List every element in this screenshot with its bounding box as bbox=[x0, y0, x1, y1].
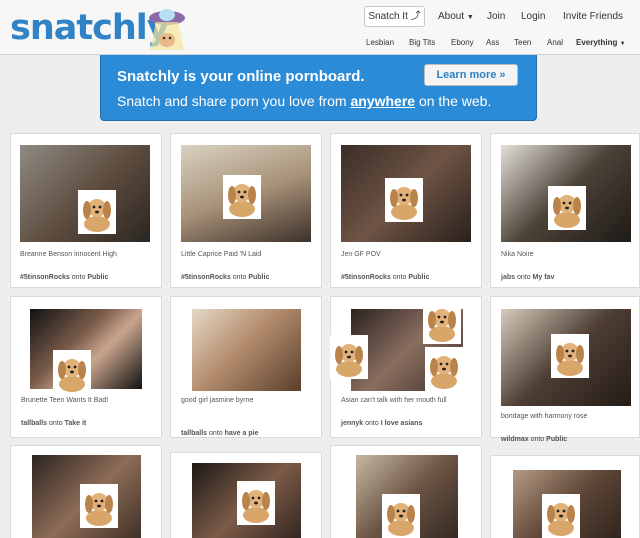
pin-user-link[interactable]: tallballs bbox=[21, 420, 47, 427]
join-link[interactable]: Join bbox=[487, 11, 505, 22]
pin-attribution: jennyk onto I love asians bbox=[341, 420, 423, 427]
pin-user-link[interactable]: jabs bbox=[501, 274, 515, 281]
pin-user-link[interactable]: #5tinsonRocks bbox=[20, 274, 70, 281]
pin-user-link[interactable]: tallballs bbox=[181, 430, 207, 437]
pin-attribution: #5tinsonRocks onto Public bbox=[341, 274, 430, 281]
puppy-overlay-icon bbox=[53, 350, 91, 394]
about-menu[interactable]: About ▼ bbox=[438, 11, 474, 22]
pin-card[interactable]: good girl jasmine byrne tallballs onto h… bbox=[170, 296, 322, 438]
puppy-overlay-icon bbox=[78, 190, 116, 234]
header: snatchly Snatch It ⤴ About ▼ Join Login … bbox=[0, 0, 640, 55]
pin-caption[interactable]: Jen GF POV bbox=[341, 251, 381, 258]
pin-board-link[interactable]: I love asians bbox=[381, 420, 423, 427]
anywhere-link[interactable]: anywhere bbox=[350, 93, 415, 109]
category-lesbian[interactable]: Lesbian bbox=[366, 38, 394, 47]
pin-attribution: tallballs onto have a pie bbox=[181, 430, 259, 437]
puppy-overlay-icon bbox=[237, 481, 275, 525]
ufo-mascot-icon bbox=[149, 9, 185, 50]
pin-user-link[interactable]: #5tinsonRocks bbox=[341, 274, 391, 281]
puppy-overlay-icon bbox=[80, 484, 118, 528]
category-ebony[interactable]: Ebony bbox=[451, 38, 474, 47]
pin-board-link[interactable]: Public bbox=[546, 436, 567, 443]
category-teen[interactable]: Teen bbox=[514, 38, 531, 47]
puppy-overlay-icon bbox=[382, 494, 420, 538]
puppy-overlay-icon bbox=[330, 335, 368, 379]
logo[interactable]: snatchly bbox=[10, 8, 170, 48]
pin-caption[interactable]: bondage with harmony rose bbox=[501, 413, 587, 420]
chevron-down-icon: ▼ bbox=[466, 14, 474, 21]
pin-attribution: #5tinsonRocks onto Public bbox=[20, 274, 109, 281]
pin-board-link[interactable]: Public bbox=[248, 274, 269, 281]
chevron-down-icon: ▼ bbox=[619, 41, 626, 47]
category-anal[interactable]: Anal bbox=[547, 38, 563, 47]
puppy-overlay-icon bbox=[425, 347, 463, 391]
pin-user-link[interactable]: #5tinsonRocks bbox=[181, 274, 231, 281]
banner-headline: Snatchly is your online pornboard. bbox=[117, 68, 365, 85]
learn-more-button[interactable]: Learn more » bbox=[424, 64, 518, 86]
pin-caption[interactable]: Little Caprice Paid 'N Laid bbox=[181, 251, 261, 258]
snatch-it-button[interactable]: Snatch It ⤴ bbox=[364, 6, 425, 27]
invite-friends-link[interactable]: Invite Friends bbox=[563, 11, 623, 22]
puppy-overlay-icon bbox=[423, 300, 461, 344]
banner-subtext: Snatch and share porn you love from anyw… bbox=[117, 93, 492, 109]
pin-caption[interactable]: Asian can't talk with her mouth full bbox=[341, 397, 447, 404]
pin-caption[interactable]: Breanne Benson innocent High bbox=[20, 251, 117, 258]
pin-board-link[interactable]: have a pie bbox=[225, 430, 259, 437]
pin-board-link[interactable]: Public bbox=[408, 274, 429, 281]
pin-caption[interactable]: good girl jasmine byrne bbox=[181, 397, 253, 404]
category-big-tits[interactable]: Big Tits bbox=[409, 38, 435, 47]
category-ass[interactable]: Ass bbox=[486, 38, 499, 47]
pin-attribution: jabs onto My fav bbox=[501, 274, 555, 281]
puppy-overlay-icon bbox=[542, 494, 580, 538]
pin-attribution: tallballs onto Take it bbox=[21, 420, 87, 427]
puppy-overlay-icon bbox=[548, 186, 586, 230]
login-link[interactable]: Login bbox=[521, 11, 545, 22]
pin-attribution: wildmax onto Public bbox=[501, 436, 568, 443]
promo-banner: Snatchly is your online pornboard. Snatc… bbox=[100, 55, 537, 121]
pin-caption[interactable]: Brunette Teen Wants It Bad! bbox=[21, 397, 108, 404]
puppy-overlay-icon bbox=[385, 178, 423, 222]
pin-caption[interactable]: Nika Noire bbox=[501, 251, 534, 258]
pin-thumbnail[interactable] bbox=[192, 309, 301, 391]
puppy-overlay-icon bbox=[551, 334, 589, 378]
pin-user-link[interactable]: wildmax bbox=[501, 436, 529, 443]
pin-attribution: #5tinsonRocks onto Public bbox=[181, 274, 270, 281]
pin-board-link[interactable]: Public bbox=[87, 274, 108, 281]
pin-user-link[interactable]: jennyk bbox=[341, 420, 363, 427]
pin-board-link[interactable]: My fav bbox=[533, 274, 555, 281]
pin-icon: ⤴ bbox=[410, 11, 421, 22]
category-everything[interactable]: Everything ▼ bbox=[576, 38, 626, 47]
pin-board-link[interactable]: Take it bbox=[65, 420, 87, 427]
puppy-overlay-icon bbox=[223, 175, 261, 219]
